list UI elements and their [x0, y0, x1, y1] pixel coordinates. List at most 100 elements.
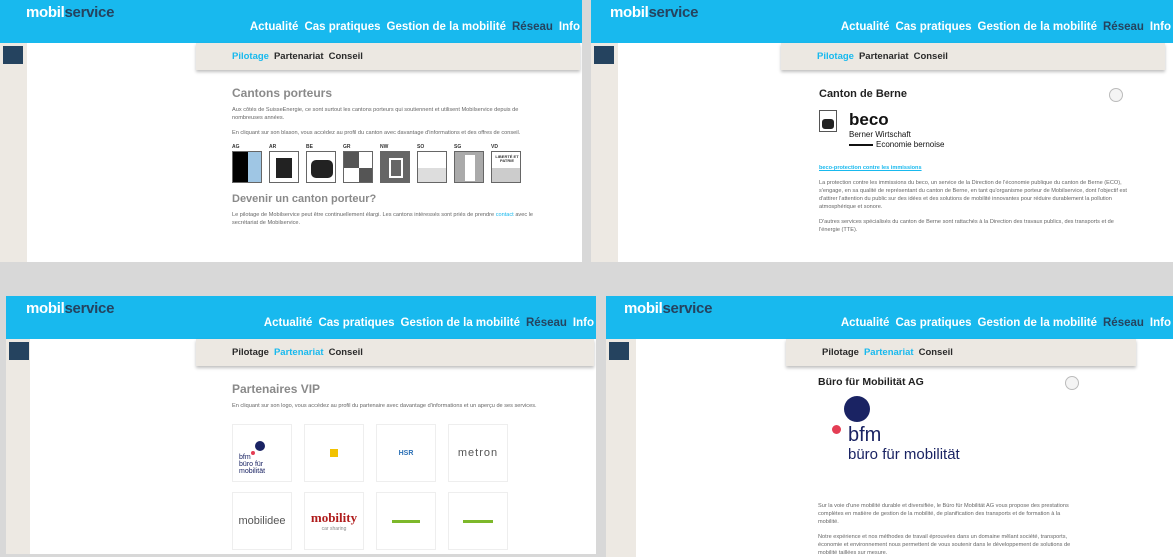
tab-partenariat[interactable]: Partenariat: [859, 51, 909, 70]
partner-canton-logo[interactable]: [304, 424, 364, 482]
top-bar: mobilservice Actualité Cas pratiques Ges…: [0, 0, 582, 43]
blue-dot-icon: [844, 396, 870, 422]
logo[interactable]: mobilservice: [610, 4, 698, 21]
nav-actualite[interactable]: Actualité: [264, 317, 313, 329]
section-title: Devenir un canton porteur?: [232, 193, 377, 205]
partner-dotted-logo[interactable]: [448, 492, 508, 550]
page-title: Partenaires VIP: [232, 382, 321, 396]
sub-nav: Pilotage Partenariat Conseil: [196, 43, 580, 70]
content: Partenaires VIP En cliquant sur son logo…: [232, 382, 556, 550]
tab-conseil[interactable]: Conseil: [329, 51, 363, 70]
beco-text-2: D'autres services spécialisés du canton …: [819, 219, 1114, 233]
bfm-logo: bfm büro für mobilität: [818, 394, 1073, 494]
page-title: Büro für Mobilität AG: [818, 376, 924, 388]
nav-cas-pratiques[interactable]: Cas pratiques: [304, 21, 380, 33]
tab-pilotage[interactable]: Pilotage: [822, 347, 859, 366]
canton-crests: AG AR BE GR NW SO SG VD LIBERTÉ ET PATRIE: [232, 144, 542, 183]
tab-partenariat[interactable]: Partenariat: [274, 347, 324, 366]
crest-ag[interactable]: AG: [232, 144, 263, 183]
nav-reseau[interactable]: Réseau: [526, 317, 567, 329]
logo[interactable]: mobilservice: [26, 4, 114, 21]
nav-info[interactable]: Info: [1150, 21, 1171, 33]
screenshot-bfm: mobilservice Actualité Cas pratiques Ges…: [606, 296, 1173, 557]
crest-ar-icon: [269, 151, 299, 183]
crest-ag-icon: [232, 151, 262, 183]
logo[interactable]: mobilservice: [26, 300, 114, 317]
red-dot-icon: [832, 425, 841, 434]
tab-partenariat[interactable]: Partenariat: [274, 51, 324, 70]
tab-pilotage[interactable]: Pilotage: [232, 51, 269, 70]
content: Cantons porteurs Aux côtés de SuisseEner…: [232, 86, 542, 234]
left-sidebar: [606, 339, 636, 557]
crest-so[interactable]: SO: [417, 144, 448, 183]
partner-metron[interactable]: metron: [448, 424, 508, 482]
click-text: En cliquant sur son blason, vous accédez…: [232, 130, 521, 136]
main-nav: Actualité Cas pratiques Gestion de la mo…: [250, 21, 580, 33]
crest-vd-icon: LIBERTÉ ET PATRIE: [491, 151, 521, 183]
crest-nw[interactable]: NW: [380, 144, 411, 183]
tab-conseil[interactable]: Conseil: [329, 347, 363, 366]
bern-crest-icon: [819, 110, 837, 132]
binoculars-icon[interactable]: [3, 46, 23, 64]
nav-gestion[interactable]: Gestion de la mobilité: [387, 21, 507, 33]
binoculars-icon[interactable]: [9, 342, 29, 360]
crest-nw-icon: [380, 151, 410, 183]
page-title: Cantons porteurs: [232, 86, 333, 100]
screenshot-partenaires-vip: mobilservice Actualité Cas pratiques Ges…: [6, 296, 596, 554]
content: Canton de Berne beco Berner Wirtschaft E…: [819, 88, 1133, 241]
logo[interactable]: mobilservice: [624, 300, 712, 317]
partner-mobilidee[interactable]: mobilidee: [232, 492, 292, 550]
binoculars-icon[interactable]: [609, 342, 629, 360]
nav-info[interactable]: Info: [559, 21, 580, 33]
main-nav: Actualité Cas pratiques Gestion de la mo…: [841, 317, 1171, 329]
crest-ar[interactable]: AR: [269, 144, 300, 183]
binoculars-icon[interactable]: [594, 46, 614, 64]
nav-cas-pratiques[interactable]: Cas pratiques: [895, 317, 971, 329]
partner-bfm[interactable]: bfm büro für mobilität: [232, 424, 292, 482]
tab-conseil[interactable]: Conseil: [919, 347, 953, 366]
nav-cas-pratiques[interactable]: Cas pratiques: [318, 317, 394, 329]
nav-reseau[interactable]: Réseau: [512, 21, 553, 33]
partner-green-logo[interactable]: [376, 492, 436, 550]
top-bar: mobilservice Actualité Cas pratiques Ges…: [591, 0, 1173, 43]
tab-pilotage[interactable]: Pilotage: [817, 51, 854, 70]
tab-partenariat[interactable]: Partenariat: [864, 347, 914, 366]
top-bar: mobilservice Actualité Cas pratiques Ges…: [6, 296, 596, 339]
left-sidebar: [6, 339, 30, 554]
partner-mobility[interactable]: mobility car sharing: [304, 492, 364, 550]
main-nav: Actualité Cas pratiques Gestion de la mo…: [841, 21, 1171, 33]
nav-actualite[interactable]: Actualité: [841, 21, 890, 33]
star-icon: [330, 449, 338, 457]
left-sidebar: [591, 43, 618, 262]
main-nav: Actualité Cas pratiques Gestion de la mo…: [264, 317, 594, 329]
nav-reseau[interactable]: Réseau: [1103, 317, 1144, 329]
tab-pilotage[interactable]: Pilotage: [232, 347, 269, 366]
partner-logos: bfm büro für mobilität HSR metron mobilid…: [232, 424, 556, 550]
nav-cas-pratiques[interactable]: Cas pratiques: [895, 21, 971, 33]
intro-text: En cliquant sur son logo, vous accédez a…: [232, 403, 537, 409]
partner-hsr[interactable]: HSR: [376, 424, 436, 482]
nav-actualite[interactable]: Actualité: [841, 317, 890, 329]
nav-gestion[interactable]: Gestion de la mobilité: [978, 317, 1098, 329]
page-title: Canton de Berne: [819, 88, 908, 100]
contact-link[interactable]: contact: [496, 212, 514, 218]
crest-be[interactable]: BE: [306, 144, 337, 183]
crest-gr[interactable]: GR: [343, 144, 374, 183]
nav-gestion[interactable]: Gestion de la mobilité: [401, 317, 521, 329]
sub-nav: Pilotage Partenariat Conseil: [781, 43, 1165, 70]
screenshot-cantons-porteurs: mobilservice Actualité Cas pratiques Ges…: [0, 0, 582, 262]
nav-info[interactable]: Info: [573, 317, 594, 329]
crest-vd[interactable]: VD LIBERTÉ ET PATRIE: [491, 144, 522, 183]
intro-text: Aux côtés de SuisseEnergie, ce sont surt…: [232, 107, 519, 121]
crest-sg[interactable]: SG: [454, 144, 485, 183]
tab-conseil[interactable]: Conseil: [914, 51, 948, 70]
beco-link[interactable]: beco-protection contre les immissions: [819, 164, 1133, 172]
screenshot-canton-berne: mobilservice Actualité Cas pratiques Ges…: [591, 0, 1173, 262]
crest-gr-icon: [343, 151, 373, 183]
nav-gestion[interactable]: Gestion de la mobilité: [978, 21, 1098, 33]
nav-reseau[interactable]: Réseau: [1103, 21, 1144, 33]
sub-nav: Pilotage Partenariat Conseil: [196, 339, 594, 366]
nav-actualite[interactable]: Actualité: [250, 21, 299, 33]
beco-text-1: La protection contre les immissions du b…: [819, 180, 1127, 210]
nav-info[interactable]: Info: [1150, 317, 1171, 329]
